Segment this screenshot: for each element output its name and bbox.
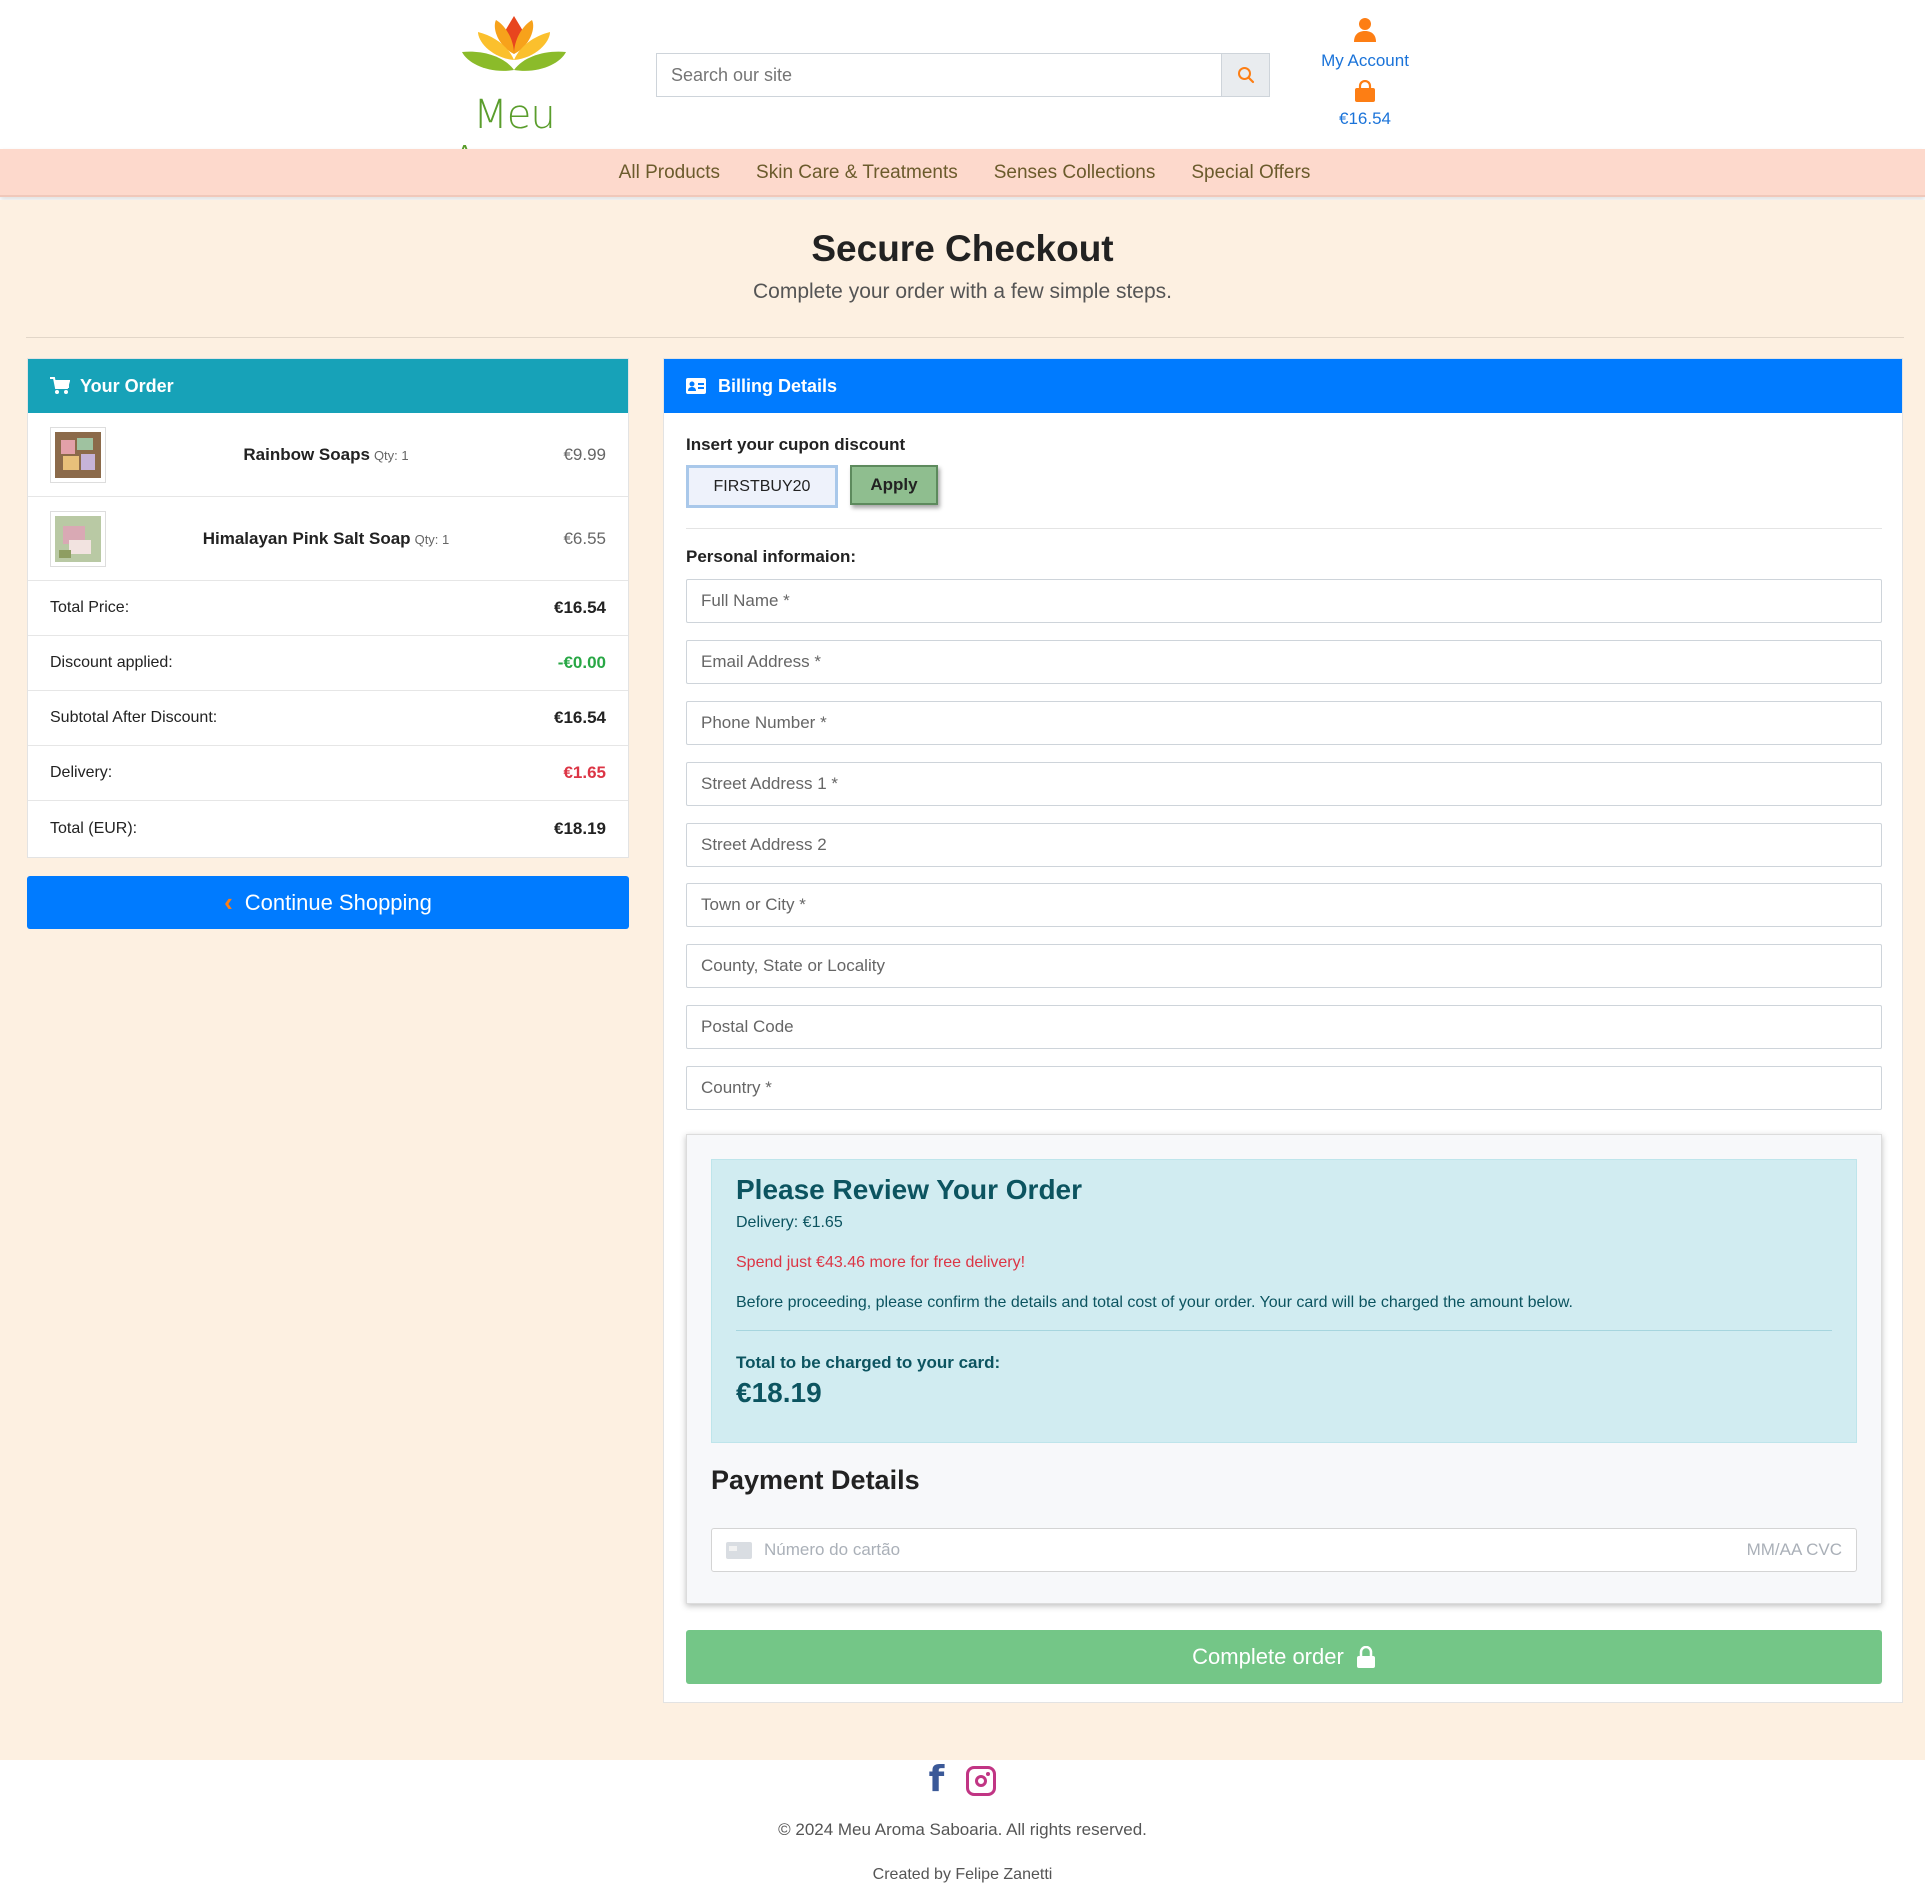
continue-shopping-button[interactable]: ‹ Continue Shopping <box>27 876 629 929</box>
town-city-field[interactable] <box>686 883 1882 927</box>
summary-value: -€0.00 <box>557 653 606 672</box>
summary-value: €16.54 <box>554 598 606 617</box>
apply-coupon-button[interactable]: Apply <box>850 465 938 505</box>
shopping-bag-link[interactable]: €16.54 <box>1330 79 1400 129</box>
charge-label: Total to be charged to your card: <box>736 1353 1001 1372</box>
item-name: Himalayan Pink Salt Soap <box>202 528 411 548</box>
review-delivery: Delivery: €1.65 <box>736 1214 843 1231</box>
coupon-input[interactable] <box>686 465 838 508</box>
billing-heading: Billing Details <box>718 375 838 396</box>
facebook-icon[interactable]: f <box>929 1762 945 1798</box>
site-logo[interactable]: Meu Aroma <box>414 14 614 184</box>
search-icon <box>1237 67 1254 84</box>
card-number-input[interactable]: Número do cartão MM/AA CVC <box>711 1528 1857 1572</box>
delivery-row: Delivery: €1.65 <box>28 746 628 801</box>
search-input[interactable] <box>657 54 1221 96</box>
id-card-icon <box>686 378 706 394</box>
street-address-2-field[interactable] <box>686 823 1882 867</box>
rainbow-soaps-image <box>55 431 101 478</box>
item-qty: Qty: 1 <box>414 531 450 547</box>
personal-info-label: Personal informaion: <box>686 547 857 566</box>
credit-card-icon <box>726 1541 752 1559</box>
nav-special-offers[interactable]: Special Offers <box>1191 162 1310 184</box>
item-price: €6.55 <box>563 528 606 548</box>
divider <box>736 1330 1832 1331</box>
card-exp-cvc-placeholder: MM/AA CVC <box>1746 1540 1842 1559</box>
himalayan-soap-image <box>55 515 101 562</box>
divider <box>686 528 1882 529</box>
main-nav: All Products Skin Care & Treatments Sens… <box>0 149 1925 197</box>
phone-field[interactable] <box>686 701 1882 745</box>
my-account-link[interactable]: My Account <box>1310 18 1420 71</box>
page-title: Secure Checkout <box>811 228 1114 269</box>
grand-total-row: Total (EUR): €18.19 <box>28 801 628 856</box>
billing-card: Billing Details Insert your cupon discou… <box>663 358 1903 1703</box>
postal-code-field[interactable] <box>686 1005 1882 1049</box>
page-subtitle: Complete your order with a few simple st… <box>752 280 1172 303</box>
item-name: Rainbow Soaps <box>243 444 370 464</box>
payment-panel: Please Review Your Order Delivery: €1.65… <box>686 1134 1882 1604</box>
review-note: Before proceeding, please confirm the de… <box>736 1294 1573 1311</box>
summary-value: €16.54 <box>554 708 606 727</box>
lotus-logo-icon <box>462 16 566 71</box>
discount-row: Discount applied: -€0.00 <box>28 636 628 691</box>
nav-all-products[interactable]: All Products <box>619 162 720 184</box>
my-account-label: My Account <box>1321 51 1409 70</box>
order-summary-card: Your Order Rainbow Soaps Qty: 1 €9.99 Hi… <box>27 358 629 858</box>
site-footer: f © 2024 Meu Aroma Saboaria. All rights … <box>0 1762 1925 1892</box>
charge-amount: €18.19 <box>736 1377 822 1408</box>
country-field[interactable] <box>686 1066 1882 1110</box>
product-thumbnail[interactable] <box>50 426 106 483</box>
social-links: f <box>0 1762 1925 1798</box>
order-header: Your Order <box>28 359 628 413</box>
street-address-1-field[interactable] <box>686 762 1882 806</box>
email-field[interactable] <box>686 640 1882 684</box>
search-button[interactable] <box>1221 54 1269 96</box>
billing-header: Billing Details <box>664 359 1902 413</box>
summary-value: €1.65 <box>563 763 606 782</box>
order-heading: Your Order <box>80 375 174 396</box>
user-icon <box>1354 18 1376 42</box>
card-number-placeholder: Número do cartão <box>764 1540 901 1559</box>
item-price: €9.99 <box>563 444 606 464</box>
summary-label: Delivery: <box>50 764 113 781</box>
chevron-left-icon: ‹ <box>224 887 233 917</box>
lock-icon <box>1356 1646 1375 1668</box>
search-bar <box>656 53 1270 97</box>
summary-label: Total (EUR): <box>50 819 138 837</box>
review-order-alert: Please Review Your Order Delivery: €1.65… <box>711 1159 1857 1443</box>
summary-label: Discount applied: <box>50 654 173 671</box>
site-header: Meu Aroma My Account €16.54 <box>0 0 1925 184</box>
coupon-label: Insert your cupon discount <box>686 435 906 454</box>
summary-value: €18.19 <box>554 818 606 838</box>
complete-order-label: Complete order <box>1192 1644 1344 1669</box>
instagram-icon[interactable] <box>966 1766 997 1796</box>
summary-label: Subtotal After Discount: <box>50 709 218 726</box>
free-delivery-notice: Spend just €43.46 more for free delivery… <box>736 1254 1026 1271</box>
total-price-row: Total Price: €16.54 <box>28 581 628 636</box>
creator-credit: Created by Felipe Zanetti <box>872 1866 1053 1883</box>
order-item: Himalayan Pink Salt Soap Qty: 1 €6.55 <box>28 497 628 581</box>
subtotal-row: Subtotal After Discount: €16.54 <box>28 691 628 746</box>
full-name-field[interactable] <box>686 579 1882 623</box>
copyright-text: © 2024 Meu Aroma Saboaria. All rights re… <box>778 1820 1147 1839</box>
cart-icon <box>50 377 70 394</box>
summary-label: Total Price: <box>50 599 130 616</box>
county-field[interactable] <box>686 944 1882 988</box>
shopping-bag-icon <box>1355 79 1375 102</box>
continue-shopping-label: Continue Shopping <box>244 889 432 915</box>
nav-senses-collections[interactable]: Senses Collections <box>994 162 1156 184</box>
payment-title: Payment Details <box>711 1465 920 1495</box>
divider <box>26 337 1904 338</box>
review-title: Please Review Your Order <box>736 1174 1083 1205</box>
nav-skin-care[interactable]: Skin Care & Treatments <box>756 162 958 184</box>
bag-total: €16.54 <box>1339 109 1391 128</box>
order-item: Rainbow Soaps Qty: 1 €9.99 <box>28 413 628 497</box>
complete-order-button[interactable]: Complete order <box>686 1630 1882 1684</box>
item-qty: Qty: 1 <box>373 447 409 463</box>
product-thumbnail[interactable] <box>50 510 106 567</box>
